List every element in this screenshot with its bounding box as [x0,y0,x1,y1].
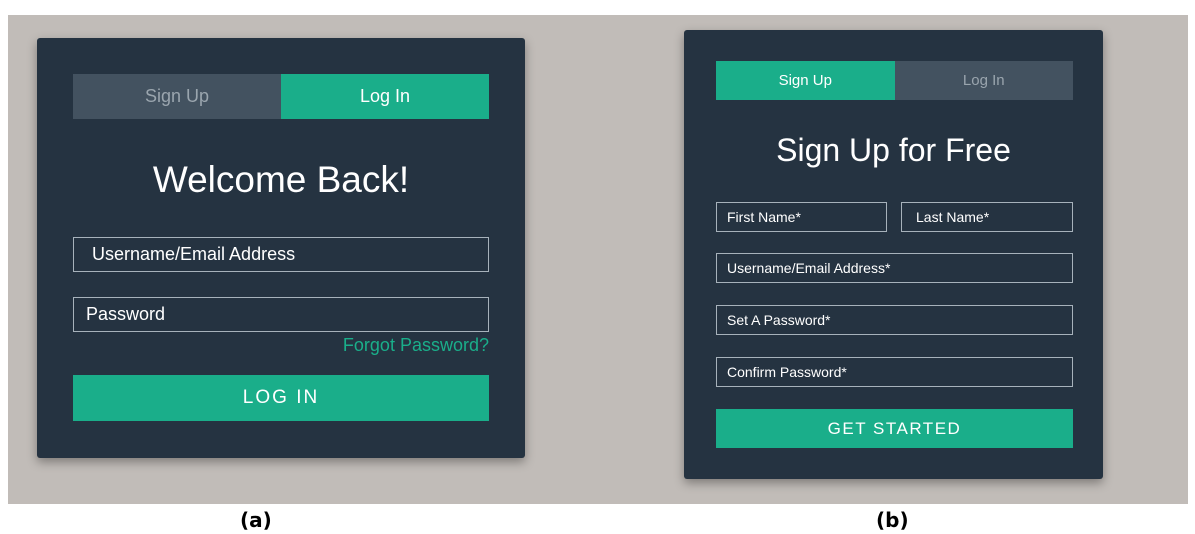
tab-sign-up[interactable]: Sign Up [73,74,281,119]
last-name-input[interactable]: Last Name* [901,202,1073,232]
tab-log-in[interactable]: Log In [894,61,1073,100]
form-heading: Sign Up for Free [776,132,1011,168]
auth-tabs: Sign Up Log In [73,74,489,119]
tab-sign-up[interactable]: Sign Up [716,61,895,100]
get-started-button[interactable]: GET STARTED [716,409,1073,448]
form-heading: Welcome Back! [152,159,410,200]
confirm-password-input[interactable]: Confirm Password* [716,357,1073,387]
set-password-input[interactable]: Set A Password* [716,305,1073,335]
caption-a: (a) [240,508,272,532]
password-input[interactable]: Password [73,297,489,332]
first-name-input[interactable]: First Name* [716,202,887,232]
username-email-input[interactable]: Username/Email Address* [716,253,1073,283]
log-in-button[interactable]: LOG IN [73,375,489,421]
caption-b: (b) [876,508,909,532]
signup-form-panel: Sign Up Log In Sign Up for Free First Na… [684,30,1103,479]
username-email-input[interactable]: Username/Email Address [73,237,489,272]
tab-log-in[interactable]: Log In [281,74,489,119]
auth-tabs: Sign Up Log In [716,61,1073,100]
login-form-panel: Sign Up Log In Welcome Back! Username/Em… [37,38,525,458]
forgot-password-link[interactable]: Forgot Password? [343,335,489,356]
